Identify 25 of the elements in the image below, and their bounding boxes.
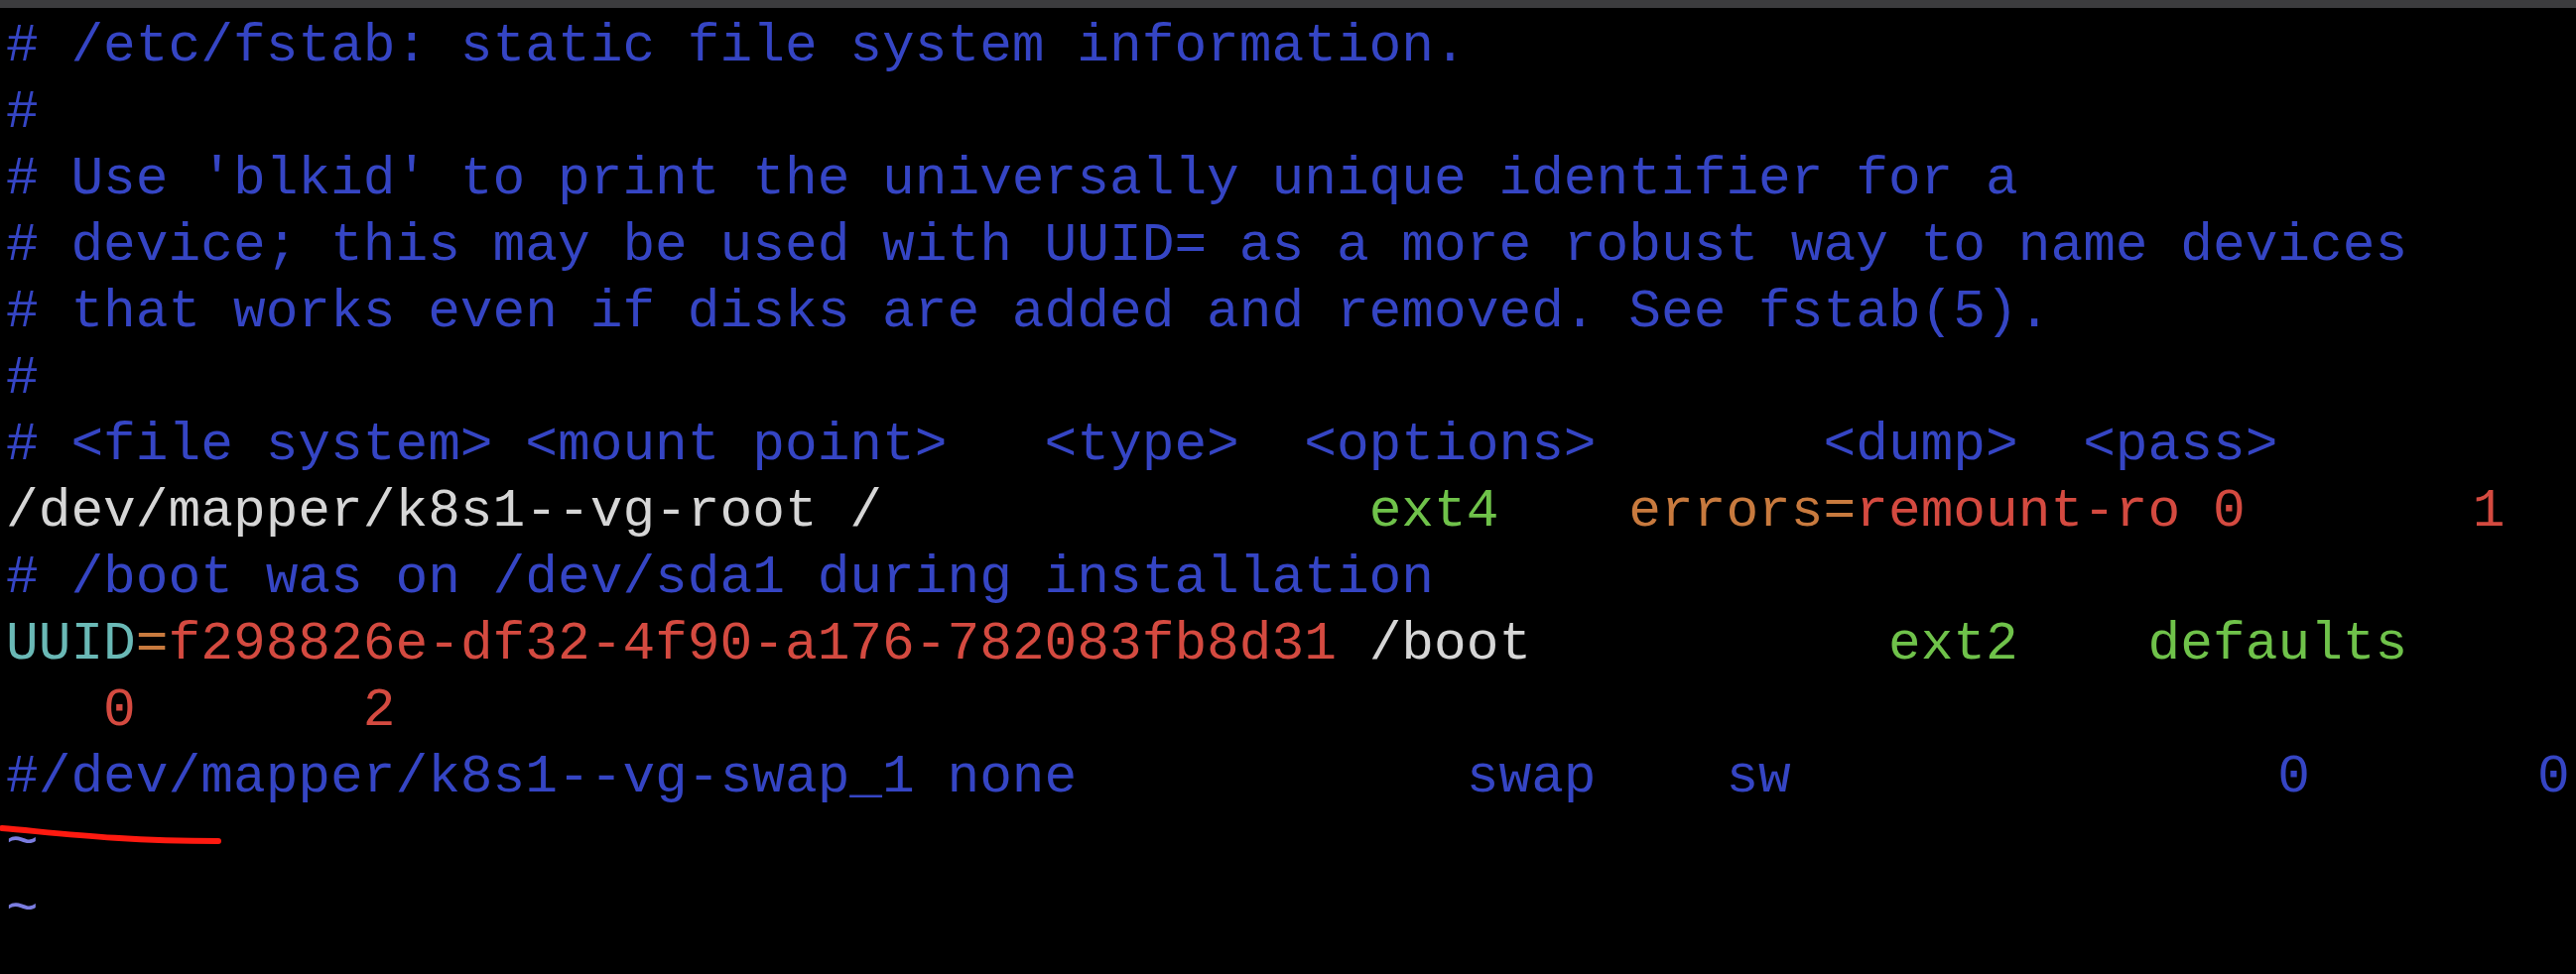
path-text: /dev/mapper/k8s1--vg-root / [6, 480, 883, 544]
value-text: f298826e-df32-4f90-a176-782083fb8d31 [168, 613, 1337, 676]
value-text: 1 [2471, 480, 2506, 544]
field-value: ext4 [1367, 480, 1499, 544]
value-text: 0 [2212, 480, 2246, 544]
value-text: 2 [361, 679, 396, 743]
comment-text: # device; this may be used with UUID= as a more robust way to name devices [6, 214, 2408, 278]
comment-text: # that works even if disks are added and removed. See fstab(5). [6, 281, 2051, 344]
path-text: /boot [1367, 613, 1532, 676]
comment-text: # [6, 347, 39, 411]
field-value: defaults [2146, 613, 2408, 676]
comment-text: # /etc/fstab: static file system information. [6, 15, 1467, 78]
value-text: remount-ro [1856, 480, 2181, 544]
empty-line-marker: ~ [6, 879, 39, 942]
option-text: = [135, 613, 169, 676]
empty-line-marker: ~ [6, 812, 39, 876]
comment-text: # /boot was on /dev/sda1 during installation [6, 547, 1435, 610]
field-value: ext2 [1886, 613, 2018, 676]
value-text: 0 [102, 679, 136, 743]
key-text: UUID [6, 613, 136, 676]
option-text: errors= [1627, 480, 1857, 544]
comment-text: # [6, 81, 39, 145]
comment-text: #/dev/mapper/k8s1--vg-swap_1 none swap sw 0 0 [6, 746, 2570, 809]
comment-text: # <file system> <mount point> <type> <options> <dump> <pass> [6, 414, 2278, 477]
comment-text: # Use 'blkid' to print the universally unique identifier for a [6, 148, 2018, 211]
